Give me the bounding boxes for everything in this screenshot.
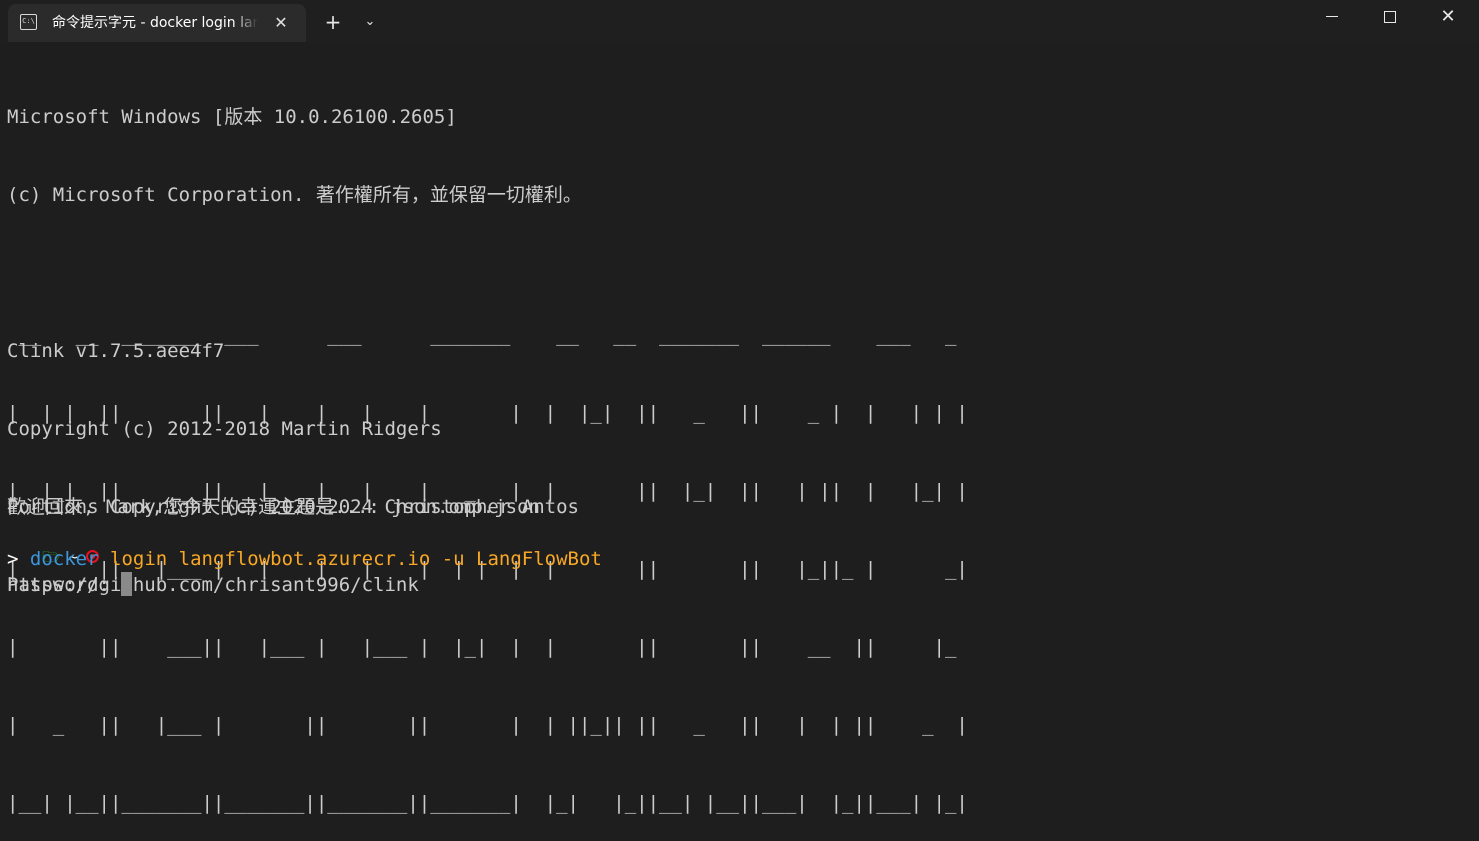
new-tab-button[interactable]: + [318,8,348,36]
ascii-art-line: | _ || |___ | || || | | ||_|| || _ || | … [7,714,968,736]
ascii-art-line: |__| |__||_______||_______||_______||___… [7,792,968,814]
tab-title: 命令提示字元 - docker login langflowbot.azurec… [52,15,258,31]
maximize-icon [1384,11,1396,23]
chevron-down-icon[interactable]: ⌄ [356,8,384,36]
ascii-art-line: | | | || || | | | | | | |_| || _ || _ | … [7,402,968,424]
minimize-icon [1326,16,1338,17]
maximize-button[interactable] [1361,0,1419,34]
text-cursor[interactable] [121,572,133,596]
command-name: docker [29,548,99,570]
title-bar: C:\ 命令提示字元 - docker login langflowbot.az… [0,0,1479,42]
prompt-segment: 🗁 ~ [6,521,99,566]
ascii-art-line: | || ___|| |___ | |___ | |_| | | || || _… [7,636,968,658]
command-args: login langflowbot.azurecr.io -u LangFlow… [110,548,602,570]
terminal-window: C:\ 命令提示字元 - docker login langflowbot.az… [0,0,1479,841]
password-prompt[interactable]: Password: [7,572,133,598]
ascii-art-line: __ __ _______ ___ ___ _______ __ __ ____… [7,324,968,346]
banner-line: Microsoft Windows [版本 10.0.26100.2605] [7,106,457,128]
command-line: > docker login langflowbot.azurecr.io -u… [7,546,602,572]
banner-line: (c) Microsoft Corporation. 著作權所有，並保留一切權利… [7,184,582,206]
welcome-message: 歡迎回來, Mark,您今天的幸運主題是...: json.omp.json [7,496,540,518]
cmd-icon: C:\ [20,14,37,30]
password-label: Password: [7,574,122,596]
minimize-button[interactable] [1303,0,1361,34]
close-tab-icon[interactable]: ✕ [270,12,292,34]
close-window-button[interactable]: ✕ [1419,0,1477,34]
prompt-caret: > [7,548,19,570]
tab-command-prompt[interactable]: C:\ 命令提示字元 - docker login langflowbot.az… [8,4,306,42]
